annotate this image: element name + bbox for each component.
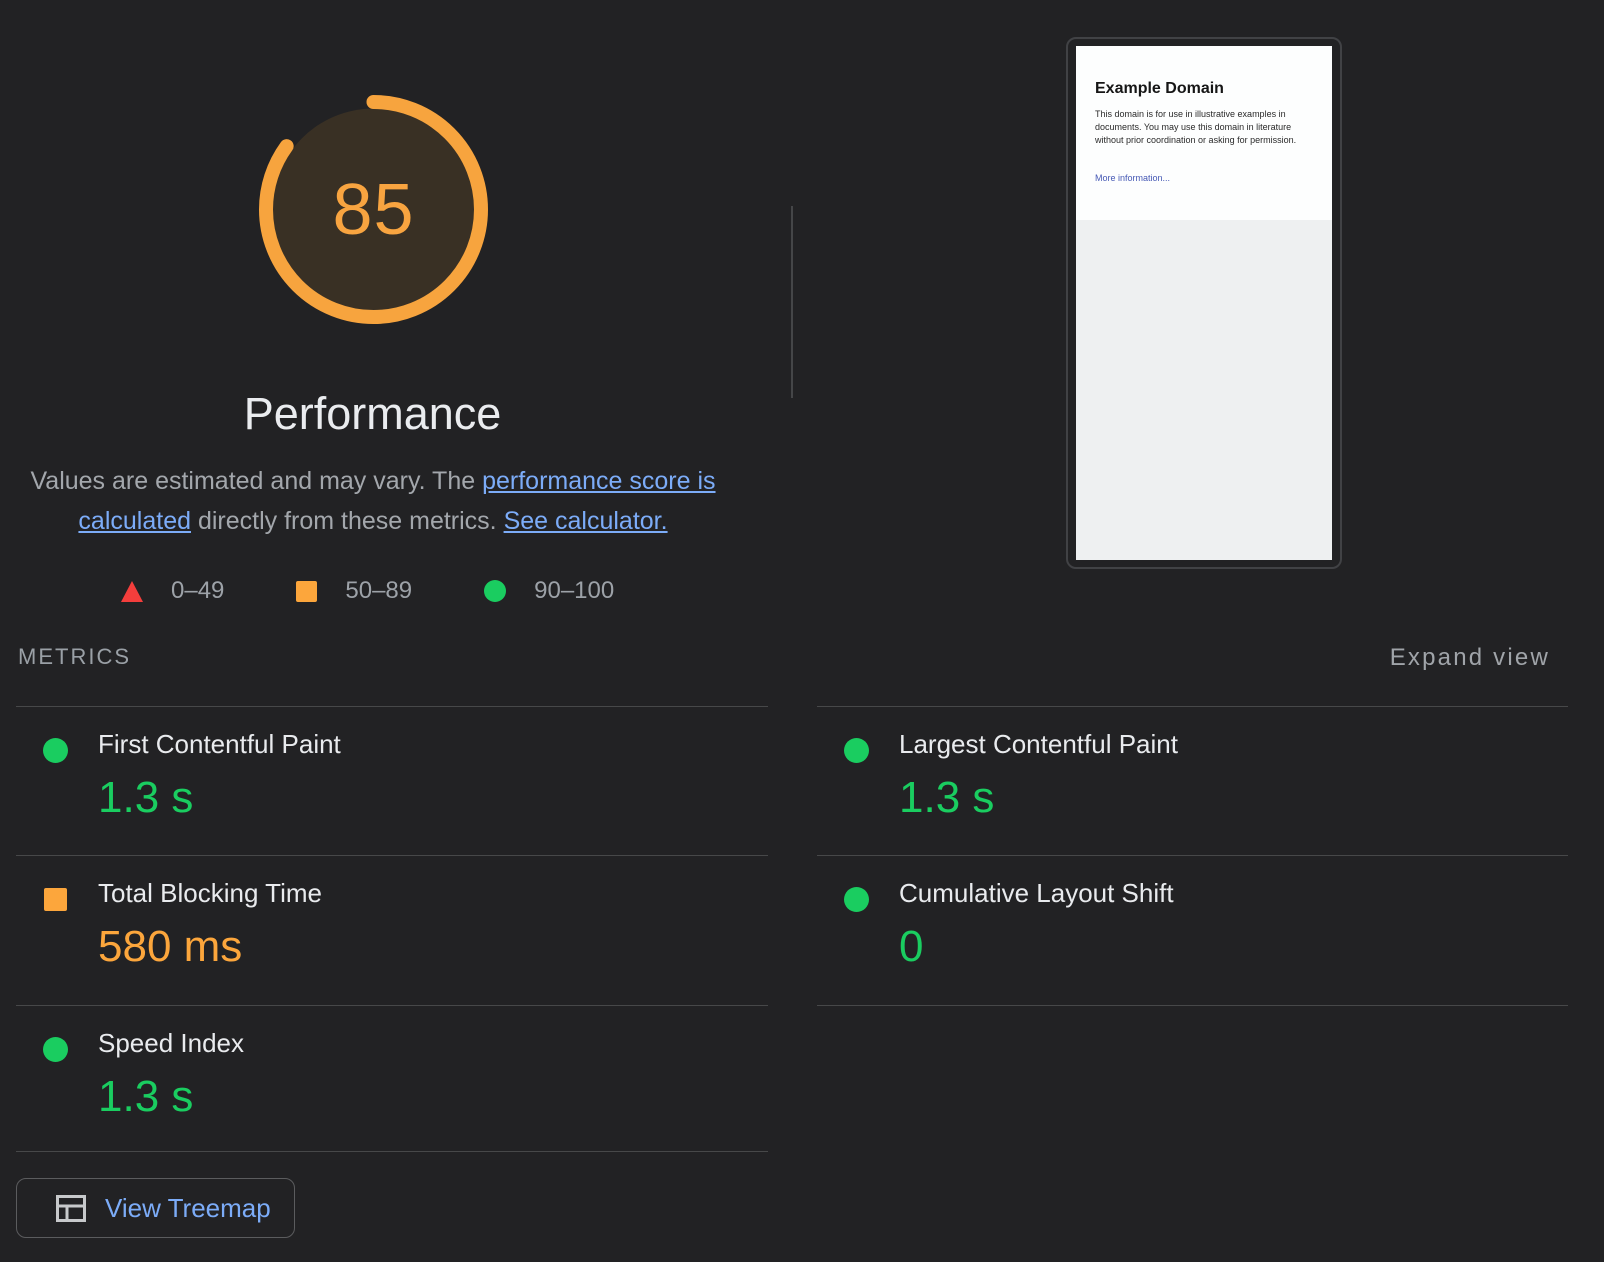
metric-label: Speed Index [98, 1028, 244, 1059]
average-range-label: 50–89 [345, 577, 412, 605]
metric-value: 0 [899, 922, 923, 972]
view-treemap-button[interactable]: View Treemap [16, 1178, 295, 1238]
final-screenshot-thumbnail: Example Domain This domain is for use in… [1066, 37, 1342, 569]
metric-largest-contentful-paint: Largest Contentful Paint 1.3 s [817, 706, 1568, 855]
score-description: Values are estimated and may vary. The p… [12, 461, 734, 541]
lighthouse-performance-report: 85 Performance Values are estimated and … [0, 0, 1604, 1262]
final-screenshot-image: Example Domain This domain is for use in… [1076, 46, 1332, 560]
treemap-icon [56, 1195, 86, 1222]
average-square-icon [44, 888, 67, 911]
fail-triangle-icon [121, 581, 143, 602]
metric-speed-index: Speed Index 1.3 s [16, 1005, 768, 1152]
metrics-column-right: Largest Contentful Paint 1.3 s Cumulativ… [817, 706, 1568, 1006]
metric-label: First Contentful Paint [98, 729, 341, 760]
screenshot-page-body: This domain is for use in illustrative e… [1095, 108, 1315, 147]
screenshot-page-content: Example Domain This domain is for use in… [1076, 46, 1332, 220]
metric-label: Largest Contentful Paint [899, 729, 1178, 760]
good-circle-icon [844, 738, 869, 763]
view-treemap-label: View Treemap [105, 1193, 271, 1224]
score-range-legend: 0–49 50–89 90–100 [121, 577, 614, 605]
description-text-1: Values are estimated and may vary. The [30, 467, 482, 495]
metric-value: 580 ms [98, 922, 242, 972]
description-text-2: directly from these metrics. [191, 507, 504, 535]
metric-first-contentful-paint: First Contentful Paint 1.3 s [16, 706, 768, 855]
good-circle-icon [43, 738, 68, 763]
metric-label: Total Blocking Time [98, 878, 322, 909]
performance-category-title: Performance [0, 388, 745, 440]
legend-good: 90–100 [484, 577, 614, 605]
metric-value: 1.3 s [899, 773, 994, 823]
expand-view-button[interactable]: Expand view [1390, 644, 1550, 672]
average-square-icon [296, 581, 317, 602]
performance-score-gauge[interactable]: 85 [259, 95, 488, 324]
screenshot-page-title: Example Domain [1095, 80, 1224, 98]
metric-value: 1.3 s [98, 773, 193, 823]
metric-label: Cumulative Layout Shift [899, 878, 1174, 909]
see-calculator-link[interactable]: See calculator. [504, 507, 668, 535]
screenshot-page-link: More information... [1095, 173, 1170, 183]
good-circle-icon [844, 887, 869, 912]
metric-value: 1.3 s [98, 1072, 193, 1122]
metric-cumulative-layout-shift: Cumulative Layout Shift 0 [817, 855, 1568, 1006]
metrics-section-title: METRICS [18, 644, 131, 670]
good-range-label: 90–100 [534, 577, 614, 605]
legend-average: 50–89 [296, 577, 412, 605]
fail-range-label: 0–49 [171, 577, 224, 605]
legend-fail: 0–49 [121, 577, 224, 605]
good-circle-icon [43, 1037, 68, 1062]
vertical-divider [791, 206, 793, 398]
performance-score-value: 85 [259, 95, 488, 324]
metrics-column-left: First Contentful Paint 1.3 s Total Block… [16, 706, 768, 1152]
good-circle-icon [484, 580, 506, 602]
metric-total-blocking-time: Total Blocking Time 580 ms [16, 855, 768, 1005]
